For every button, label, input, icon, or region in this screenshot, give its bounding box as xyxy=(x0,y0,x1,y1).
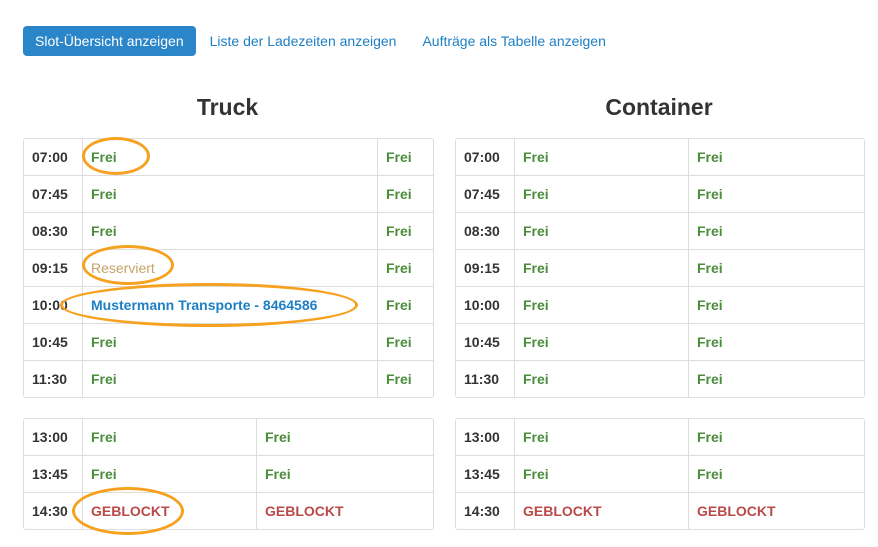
slot-time: 14:30 xyxy=(32,503,68,519)
slot-time: 11:30 xyxy=(464,371,500,387)
slot-time: 10:00 xyxy=(24,287,82,324)
table-row: 08:30 Frei Frei xyxy=(24,213,433,250)
table-row: 14:30 GEBLOCKT GEBLOCKT xyxy=(24,493,433,529)
slot-cell[interactable]: Frei xyxy=(514,324,688,361)
container-morning-table: 07:00 Frei Frei 07:45 Frei Frei 08:30 Fr… xyxy=(455,138,865,398)
slot-cell-blocked[interactable]: GEBLOCKT xyxy=(256,493,433,529)
table-row: 10:45 Frei Frei xyxy=(24,324,433,361)
slot-cell[interactable]: Frei xyxy=(82,324,377,361)
slot-cell[interactable]: Frei xyxy=(514,419,688,456)
slot-time: 13:00 xyxy=(456,419,514,456)
container-afternoon-table: 13:00 Frei Frei 13:45 Frei Frei 14:30 GE… xyxy=(455,418,865,530)
slot-time: 10:45 xyxy=(456,324,514,361)
table-row: 10:45 Frei Frei xyxy=(456,324,864,361)
slot-cell[interactable]: Frei xyxy=(688,361,864,397)
slot-time: 10:00 xyxy=(456,287,514,324)
slot-time: 07:00 xyxy=(24,139,82,176)
table-row: 09:15 Frei Frei xyxy=(456,250,864,287)
slot-time: 09:15 xyxy=(24,250,82,287)
table-row: 13:45 Frei Frei xyxy=(456,456,864,493)
table-row: 07:45 Frei Frei xyxy=(456,176,864,213)
table-row: 10:00 Mustermann Transporte - 8464586 Fr… xyxy=(24,287,433,324)
table-row: 09:15 Reserviert Frei xyxy=(24,250,433,287)
slot-cell[interactable]: Frei xyxy=(688,456,864,493)
slot-cell[interactable]: Frei xyxy=(82,139,377,176)
slot-time: 07:45 xyxy=(456,176,514,213)
slot-cell[interactable]: Frei xyxy=(82,419,256,456)
slot-cell[interactable]: Frei xyxy=(82,176,377,213)
container-title: Container xyxy=(605,94,713,120)
truck-title: Truck xyxy=(196,94,259,120)
slot-cell[interactable]: Frei xyxy=(688,324,864,361)
table-row: 11:30 Frei Frei xyxy=(24,361,433,397)
slot-cell[interactable]: Frei xyxy=(82,456,256,493)
table-row: 14:30 GEBLOCKT GEBLOCKT xyxy=(456,493,864,529)
slot-time: 08:30 xyxy=(456,213,514,250)
slot-time: 07:00 xyxy=(456,139,514,176)
table-row: 13:45 Frei Frei xyxy=(24,456,433,493)
slot-cell[interactable]: Frei xyxy=(377,324,433,361)
truck-afternoon-table: 13:00 Frei Frei 13:45 Frei Frei 14:30 GE… xyxy=(23,418,434,530)
orders-table-link[interactable]: Aufträge als Tabelle anzeigen xyxy=(422,26,605,56)
slot-cell[interactable]: Frei xyxy=(514,213,688,250)
slot-cell[interactable]: Frei xyxy=(82,361,377,397)
slot-cell[interactable]: Frei xyxy=(377,361,433,397)
slot-cell[interactable]: Frei xyxy=(688,213,864,250)
slot-time: 11:30 xyxy=(32,371,68,387)
slot-cell[interactable]: Frei xyxy=(688,287,864,324)
table-row: 13:00 Frei Frei xyxy=(456,419,864,456)
table-row: 07:45 Frei Frei xyxy=(24,176,433,213)
slot-cell[interactable]: Frei xyxy=(377,176,433,213)
view-nav: Slot-Übersicht anzeigen Liste der Ladeze… xyxy=(23,26,606,56)
slot-cell[interactable]: Frei xyxy=(82,213,377,250)
slot-cell[interactable]: Frei xyxy=(514,250,688,287)
slot-cell-blocked[interactable]: GEBLOCKT xyxy=(514,493,688,529)
slot-cell[interactable]: Frei xyxy=(377,250,433,287)
slot-time: 13:00 xyxy=(24,419,82,456)
slot-cell[interactable]: Frei xyxy=(377,139,433,176)
slot-time: 14:30 xyxy=(464,503,500,519)
slot-cell-blocked[interactable]: GEBLOCKT xyxy=(688,493,864,529)
slot-cell[interactable]: Frei xyxy=(688,176,864,213)
slot-cell[interactable]: Frei xyxy=(688,419,864,456)
slot-cell[interactable]: Frei xyxy=(514,287,688,324)
slot-cell[interactable]: Frei xyxy=(256,419,433,456)
slot-time: 07:45 xyxy=(24,176,82,213)
slot-cell[interactable]: Frei xyxy=(514,139,688,176)
table-row: 08:30 Frei Frei xyxy=(456,213,864,250)
slot-time: 08:30 xyxy=(24,213,82,250)
truck-morning-table: 07:00 Frei Frei 07:45 Frei Frei 08:30 Fr… xyxy=(23,138,434,398)
slot-time: 09:15 xyxy=(456,250,514,287)
slot-cell-reserved[interactable]: Reserviert xyxy=(82,250,377,287)
slot-time: 10:45 xyxy=(24,324,82,361)
slot-time: 13:45 xyxy=(456,456,514,493)
table-row: 07:00 Frei Frei xyxy=(24,139,433,176)
slot-cell-booked[interactable]: Mustermann Transporte - 8464586 xyxy=(82,287,377,324)
slot-cell[interactable]: Frei xyxy=(377,213,433,250)
slot-cell[interactable]: Frei xyxy=(688,139,864,176)
slot-cell[interactable]: Frei xyxy=(256,456,433,493)
table-row: 11:30 Frei Frei xyxy=(456,361,864,397)
slot-overview-button[interactable]: Slot-Übersicht anzeigen xyxy=(23,26,196,56)
slot-cell[interactable]: Frei xyxy=(514,176,688,213)
table-row: 13:00 Frei Frei xyxy=(24,419,433,456)
slot-time: 13:45 xyxy=(24,456,82,493)
slot-cell[interactable]: Frei xyxy=(514,456,688,493)
slot-cell[interactable]: Frei xyxy=(514,361,688,397)
table-row: 07:00 Frei Frei xyxy=(456,139,864,176)
loading-times-list-link[interactable]: Liste der Ladezeiten anzeigen xyxy=(210,26,397,56)
slot-cell-blocked[interactable]: GEBLOCKT xyxy=(82,493,256,529)
slot-cell[interactable]: Frei xyxy=(688,250,864,287)
slot-cell[interactable]: Frei xyxy=(377,287,433,324)
table-row: 10:00 Frei Frei xyxy=(456,287,864,324)
